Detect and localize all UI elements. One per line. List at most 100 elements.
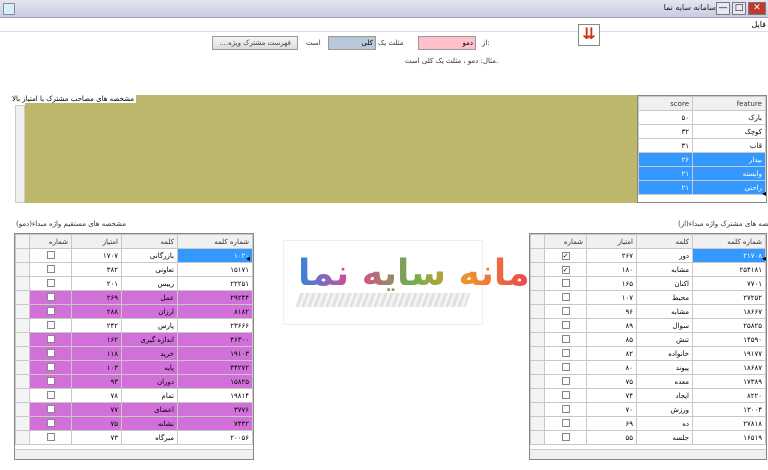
cell-score[interactable]: ۱۶۵: [586, 276, 637, 291]
row-header[interactable]: [15, 248, 30, 263]
checkbox[interactable]: [46, 390, 55, 399]
cell-score[interactable]: ۲۱: [638, 166, 693, 181]
table-row[interactable]: ۱۷۰۷ بازرگانی ۱۰۲۰: [15, 248, 253, 263]
cell-word-id[interactable]: ۲۷۲۵۲: [692, 290, 766, 305]
checkbox[interactable]: [46, 250, 55, 259]
cell-word[interactable]: ده: [636, 416, 693, 431]
cell-score[interactable]: ۲۶۷: [586, 248, 637, 263]
cell-feature[interactable]: بیدار: [692, 152, 766, 167]
table-row[interactable]: ۱۶۲ اندازه گیری ۴۶۳۰۰: [15, 332, 253, 347]
cell-word[interactable]: معده: [636, 374, 693, 389]
cell-checkbox[interactable]: [29, 374, 72, 389]
cell-score[interactable]: ۱۷۰۷: [71, 248, 122, 263]
cell-score[interactable]: ۸۵: [586, 332, 637, 347]
cell-word[interactable]: تعاونی: [121, 262, 178, 277]
checkbox[interactable]: [561, 278, 570, 287]
cell-word[interactable]: مبرگاه: [121, 430, 178, 445]
cell-checkbox[interactable]: [29, 416, 72, 431]
cell-word[interactable]: پارس: [121, 318, 178, 333]
table-row[interactable]: ۵۰ بارک: [638, 110, 766, 125]
row-header[interactable]: [15, 430, 30, 445]
row-header[interactable]: [530, 346, 545, 361]
cell-checkbox[interactable]: [544, 332, 587, 347]
cell-checkbox[interactable]: [29, 388, 72, 403]
cell-checkbox[interactable]: [544, 346, 587, 361]
checkbox[interactable]: ✓: [561, 251, 570, 260]
cell-word[interactable]: خرید: [121, 346, 178, 361]
table-row[interactable]: ۷۸ تمام ۱۹۸۱۴: [15, 388, 253, 403]
cell-score[interactable]: ۸۰: [586, 360, 637, 375]
checkbox[interactable]: [46, 292, 55, 301]
cell-word-id[interactable]: ۲۹۲۴۴: [177, 290, 253, 305]
cell-word-id[interactable]: ۲۷۸۱۸: [692, 416, 766, 431]
cell-score[interactable]: ۲۰۱: [71, 276, 122, 291]
row-header[interactable]: [15, 318, 30, 333]
table-row[interactable]: ۷۵ معده ۱۷۳۸۹: [530, 374, 766, 389]
checkbox[interactable]: [46, 334, 55, 343]
cell-word-id[interactable]: ۸۱۸۲: [177, 304, 253, 319]
cell-word-id[interactable]: ۴۶۳۰۰: [177, 332, 253, 347]
cell-word-id[interactable]: ۳۷۷۶: [177, 402, 253, 417]
cell-checkbox[interactable]: [544, 416, 587, 431]
table-row[interactable]: ✓ ۱۸۰ مشابه ۲۵۴۱۸۱: [530, 262, 766, 277]
row-header[interactable]: [530, 262, 545, 277]
checkbox[interactable]: [561, 418, 570, 427]
column-header-number[interactable]: شماره: [29, 234, 72, 249]
row-header[interactable]: [530, 416, 545, 431]
cell-word-id[interactable]: ۲۲۲۵۱: [177, 276, 253, 291]
cell-word[interactable]: ارزان: [121, 304, 178, 319]
cell-checkbox[interactable]: [544, 318, 587, 333]
right-grid-hscroll[interactable]: [530, 449, 766, 459]
table-row[interactable]: ۲۶ بیدار: [638, 152, 766, 167]
cell-feature[interactable]: قاب: [692, 138, 766, 153]
cell-score[interactable]: ۵۵: [586, 430, 637, 445]
cell-word[interactable]: عمل: [121, 290, 178, 305]
cell-word[interactable]: نشانه: [121, 416, 178, 431]
cell-score[interactable]: ۹۳: [71, 374, 122, 389]
checkbox[interactable]: [46, 348, 55, 357]
cell-word[interactable]: بازرگانی: [121, 248, 178, 263]
cell-score[interactable]: ۱۱۸: [71, 346, 122, 361]
cell-checkbox[interactable]: [544, 360, 587, 375]
table-row[interactable]: ۱۶۵ اکنان ۷۷۰۱: [530, 276, 766, 291]
cell-checkbox[interactable]: [29, 332, 72, 347]
cell-score[interactable]: ۷۸: [71, 388, 122, 403]
cell-word[interactable]: تمام: [121, 388, 178, 403]
cell-word[interactable]: اندازه گیری: [121, 332, 178, 347]
double-chevron-down-icon[interactable]: ⇊: [578, 24, 600, 46]
row-header[interactable]: [15, 304, 30, 319]
cell-word-id[interactable]: ۱۵۸۲۵: [177, 374, 253, 389]
table-row[interactable]: ✓ ۲۶۷ دور ۲۱۷۰۸: [530, 248, 766, 263]
row-header[interactable]: [15, 290, 30, 305]
cell-checkbox[interactable]: [544, 276, 587, 291]
column-header-word-id[interactable]: شماره کلمه: [692, 234, 766, 249]
row-header[interactable]: [530, 360, 545, 375]
checkbox[interactable]: [46, 264, 55, 273]
table-row[interactable]: ۵۵ جلسه ۱۶۵۱۹: [530, 430, 766, 445]
cell-word[interactable]: اعضای: [121, 402, 178, 417]
row-header[interactable]: [530, 332, 545, 347]
cell-checkbox[interactable]: [29, 318, 72, 333]
cell-checkbox[interactable]: [29, 360, 72, 375]
cell-checkbox[interactable]: [544, 290, 587, 305]
table-row[interactable]: ۷۴ ایجاد ۸۲۲۰: [530, 388, 766, 403]
cell-word-id[interactable]: ۱۵۱۷۱: [177, 262, 253, 277]
row-header[interactable]: [15, 402, 30, 417]
table-row[interactable]: ۳۱ قاب: [638, 138, 766, 153]
checkbox[interactable]: [46, 306, 55, 315]
table-row[interactable]: ۷۵ نشانه ۷۴۴۲: [15, 416, 253, 431]
row-header[interactable]: [15, 332, 30, 347]
table-row[interactable]: ۸۹ سوال ۲۵۸۲۵: [530, 318, 766, 333]
cell-word[interactable]: اکنان: [636, 276, 693, 291]
table-row[interactable]: ۲۸۸ ارزان ۸۱۸۲: [15, 304, 253, 319]
cell-word-id[interactable]: ۱۴۵۹۰: [692, 332, 766, 347]
row-header[interactable]: [15, 262, 30, 277]
cell-checkbox[interactable]: [544, 430, 587, 445]
cell-checkbox[interactable]: [544, 388, 587, 403]
row-header[interactable]: [15, 276, 30, 291]
cell-word[interactable]: مشابه: [636, 304, 693, 319]
cell-checkbox[interactable]: [544, 374, 587, 389]
cell-checkbox[interactable]: ✓: [544, 262, 587, 277]
table-row[interactable]: ۲۴۲ پارس ۲۳۶۶۶: [15, 318, 253, 333]
cell-word[interactable]: رییس: [121, 276, 178, 291]
